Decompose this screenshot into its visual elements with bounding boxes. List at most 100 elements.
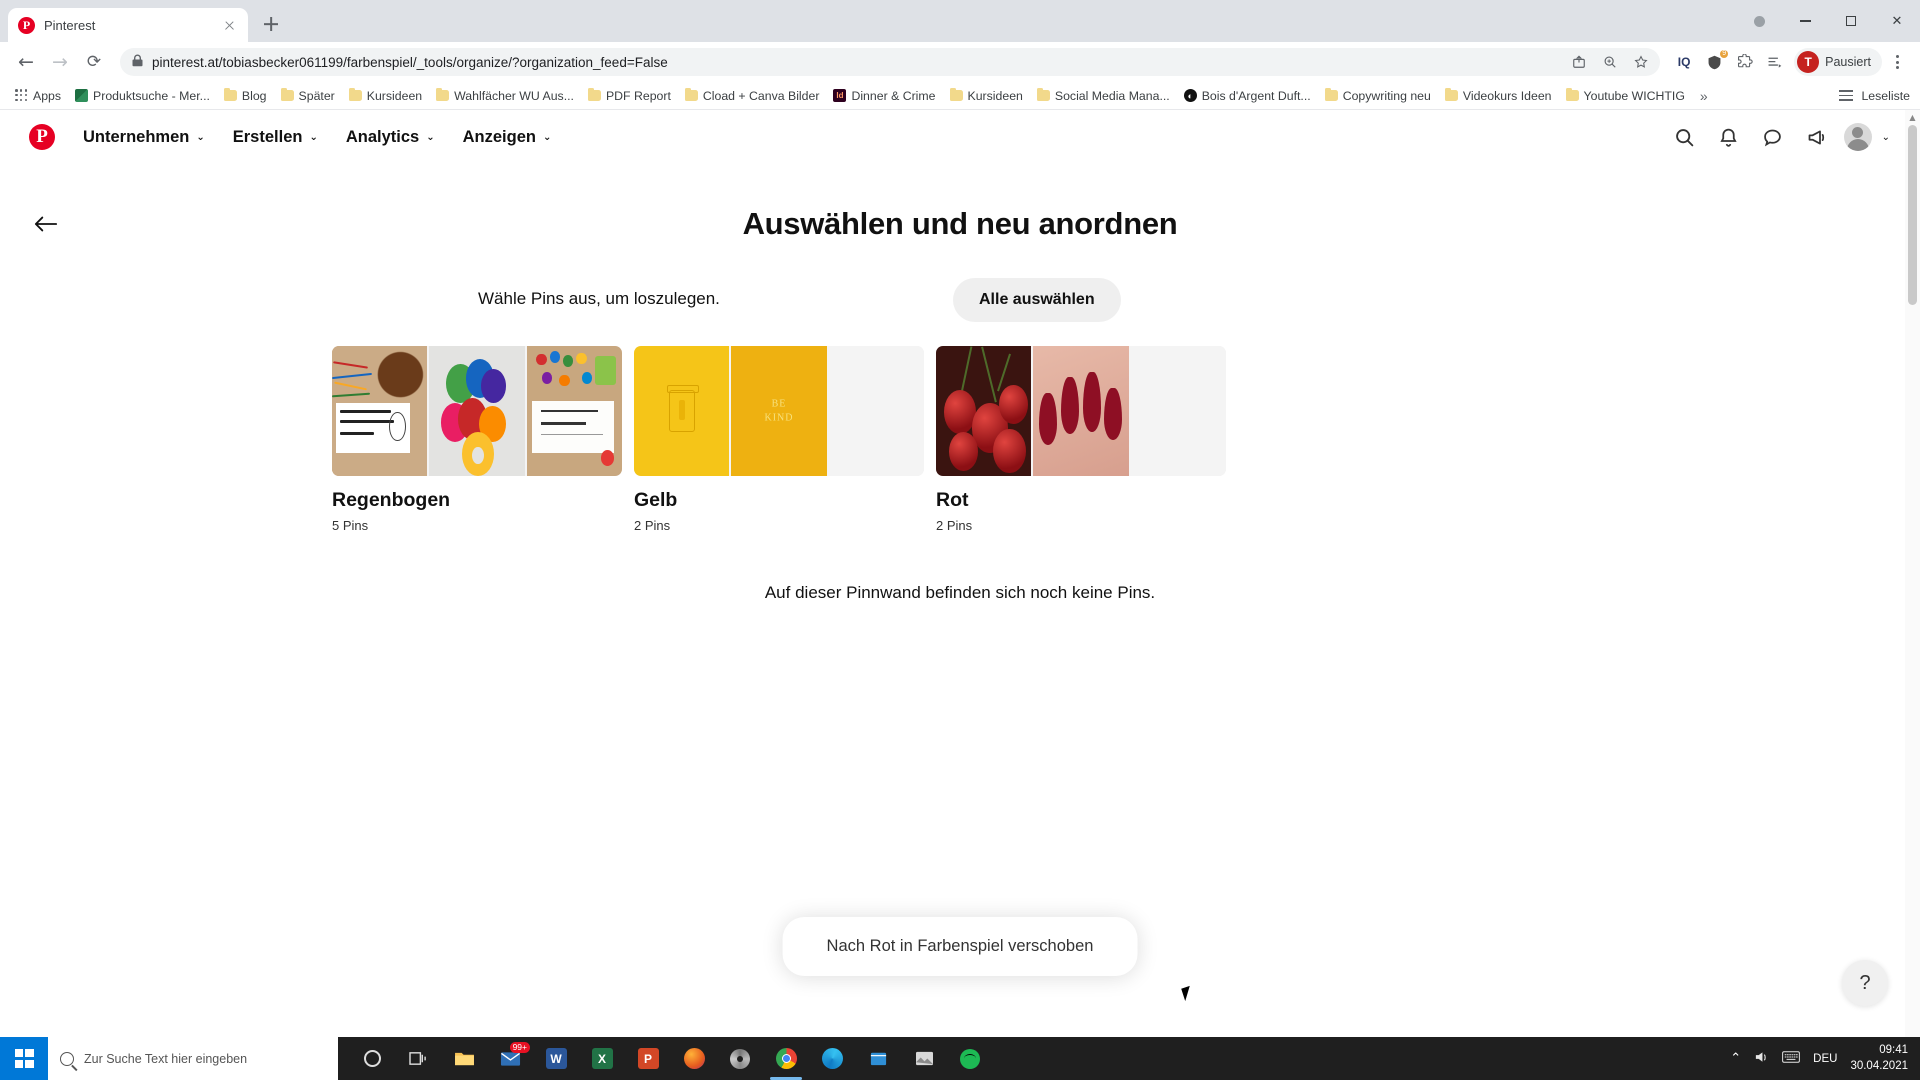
excel-icon-label: X [591, 1048, 613, 1069]
forward-button[interactable]: → [44, 46, 76, 78]
taskbar-app-list: 99+ W X P [350, 1037, 992, 1080]
instruction-text: Wähle Pins aus, um loszulegen. [478, 289, 720, 308]
list-extension-icon[interactable] [1760, 48, 1788, 76]
start-button[interactable] [0, 1037, 48, 1080]
address-bar[interactable]: pinterest.at/tobiasbecker061199/farbensp… [120, 48, 1661, 76]
megaphone-icon[interactable] [1800, 120, 1834, 154]
browser-toolbar: ← → ⟳ pinterest.at/tobiasbecker061199/fa… [0, 42, 1920, 82]
chrome-menu-button[interactable] [1884, 55, 1910, 69]
bookmark-star-icon[interactable] [1630, 51, 1652, 73]
page-title: Auswählen und neu anordnen [742, 206, 1178, 241]
bookmark-videokurs[interactable]: Videokurs Ideen [1438, 87, 1559, 105]
bookmark-label: Cload + Canva Bilder [702, 88, 820, 103]
url-text: pinterest.at/tobiasbecker061199/farbensp… [152, 54, 668, 70]
bell-icon[interactable] [1712, 120, 1746, 154]
taskbar-file-explorer-icon[interactable] [442, 1037, 486, 1080]
search-icon[interactable] [1668, 120, 1702, 154]
taskbar-photos-icon[interactable] [902, 1037, 946, 1080]
reading-list-button[interactable]: Leseliste [1839, 89, 1910, 103]
board-card-rot[interactable]: Rot 2 Pins [936, 346, 1226, 533]
bookmark-blog[interactable]: Blog [217, 87, 274, 105]
chevron-down-icon: ⌄ [542, 131, 552, 143]
folder-icon [684, 87, 698, 101]
pinterest-logo-icon[interactable]: P [29, 124, 55, 150]
scroll-up-icon[interactable]: ▲ [1905, 110, 1920, 125]
folder-icon [436, 87, 450, 101]
bookmark-wahlfaecher[interactable]: Wahlfächer WU Aus... [429, 87, 581, 105]
taskbar-disc-icon[interactable] [718, 1037, 762, 1080]
taskbar-word-icon[interactable]: W [534, 1037, 578, 1080]
volume-icon[interactable] [1754, 1050, 1769, 1068]
keyboard-icon[interactable] [1782, 1050, 1801, 1067]
new-tab-button[interactable] [256, 9, 286, 39]
board-card-gelb[interactable]: BE KIND Gelb 2 Pins [634, 346, 924, 533]
chat-icon[interactable] [1756, 120, 1790, 154]
taskbar-cortana-icon[interactable] [350, 1037, 394, 1080]
nav-unternehmen[interactable]: Unternehmen ⌄ [69, 120, 219, 155]
bookmark-spaeter[interactable]: Später [274, 87, 342, 105]
bookmark-bois-dargent[interactable]: ◐ Bois d'Argent Duft... [1177, 87, 1318, 105]
minimize-window-button[interactable] [1782, 0, 1828, 42]
bookmark-kursideen-1[interactable]: Kursideen [342, 87, 429, 105]
bookmark-youtube[interactable]: Youtube WICHTIG [1559, 87, 1692, 105]
help-button[interactable]: ? [1842, 960, 1888, 1006]
taskbar-mail-icon[interactable]: 99+ [488, 1037, 532, 1080]
board-pin-count: 5 Pins [332, 518, 369, 533]
bookmark-produktsuche[interactable]: Produktsuche - Mer... [68, 87, 217, 105]
board-thumb [526, 346, 622, 476]
chevron-down-icon: ⌄ [426, 131, 435, 143]
nav-erstellen[interactable]: Erstellen ⌄ [219, 120, 332, 155]
iq-extension-icon[interactable]: IQ [1670, 48, 1698, 76]
page-scrollbar[interactable]: ▲ ▼ [1905, 110, 1920, 1080]
puzzle-extension-icon[interactable] [1730, 48, 1758, 76]
bookmark-cload-canva[interactable]: Cload + Canva Bilder [678, 87, 827, 105]
taskbar-clock[interactable]: 09:41 30.04.2021 [1850, 1043, 1908, 1074]
reload-button[interactable]: ⟳ [78, 46, 110, 78]
nav-label: Analytics [345, 127, 420, 146]
bookmark-pdf-report[interactable]: PDF Report [581, 87, 678, 105]
forward-arrow-icon: → [52, 50, 68, 73]
badge-extension-icon[interactable]: 9 [1700, 48, 1729, 76]
bookmark-kursideen-2[interactable]: Kursideen [943, 87, 1030, 105]
user-avatar[interactable] [1843, 123, 1872, 151]
taskbar-excel-icon[interactable]: X [580, 1037, 624, 1080]
select-all-button[interactable]: Alle auswählen [953, 278, 1121, 322]
taskbar-powerpoint-icon[interactable]: P [626, 1037, 670, 1080]
board-card-regenbogen[interactable]: Regenbogen 5 Pins [332, 346, 622, 533]
share-icon[interactable] [1568, 51, 1590, 73]
board-pin-count: 2 Pins [936, 518, 973, 533]
back-navigation-button[interactable] [28, 206, 64, 242]
be-kind-text: BE KIND [764, 398, 794, 424]
taskbar-spotify-icon[interactable] [948, 1037, 992, 1080]
pinterest-favicon-icon: P [18, 16, 35, 34]
zoom-icon[interactable] [1599, 51, 1621, 73]
taskbar-chrome-icon[interactable] [764, 1037, 808, 1080]
windows-taskbar: Zur Suche Text hier eingeben 99+ W X P ⌃… [0, 1037, 1920, 1080]
bookmark-apps[interactable]: Apps [8, 87, 68, 105]
tray-chevron-up-icon[interactable]: ⌃ [1730, 1051, 1741, 1066]
account-chevron-down-icon[interactable]: ⌄ [1882, 132, 1890, 143]
chrome-profile-button[interactable]: T Pausiert [1794, 48, 1882, 76]
back-button[interactable]: ← [10, 46, 42, 78]
bookmark-copywriting[interactable]: Copywriting neu [1318, 87, 1438, 105]
bookmark-dinner-crime[interactable]: Id Dinner & Crime [826, 87, 942, 105]
nav-analytics[interactable]: Analytics ⌄ [332, 120, 449, 155]
update-dot-icon[interactable] [1736, 0, 1782, 42]
taskbar-search-box[interactable]: Zur Suche Text hier eingeben [48, 1037, 338, 1080]
taskbar-task-view-icon[interactable] [396, 1037, 440, 1080]
browser-tab-pinterest[interactable]: P Pinterest [8, 8, 248, 42]
taskbar-store-icon[interactable] [856, 1037, 900, 1080]
close-tab-icon[interactable] [221, 17, 238, 34]
taskbar-edge-icon[interactable] [810, 1037, 854, 1080]
bookmarks-overflow-button[interactable]: » [1692, 88, 1716, 104]
close-window-button[interactable]: ✕ [1874, 0, 1920, 42]
nav-anzeigen[interactable]: Anzeigen ⌄ [449, 120, 566, 155]
bookmark-label: Kursideen [366, 88, 423, 103]
site-favicon-icon [75, 89, 89, 102]
scrollbar-thumb[interactable] [1908, 125, 1917, 305]
maximize-window-button[interactable] [1828, 0, 1874, 42]
taskbar-firefox-icon[interactable] [672, 1037, 716, 1080]
bookmark-social-media[interactable]: Social Media Mana... [1030, 87, 1177, 105]
language-indicator[interactable]: DEU [1813, 1053, 1837, 1065]
board-name: Rot [936, 489, 969, 511]
